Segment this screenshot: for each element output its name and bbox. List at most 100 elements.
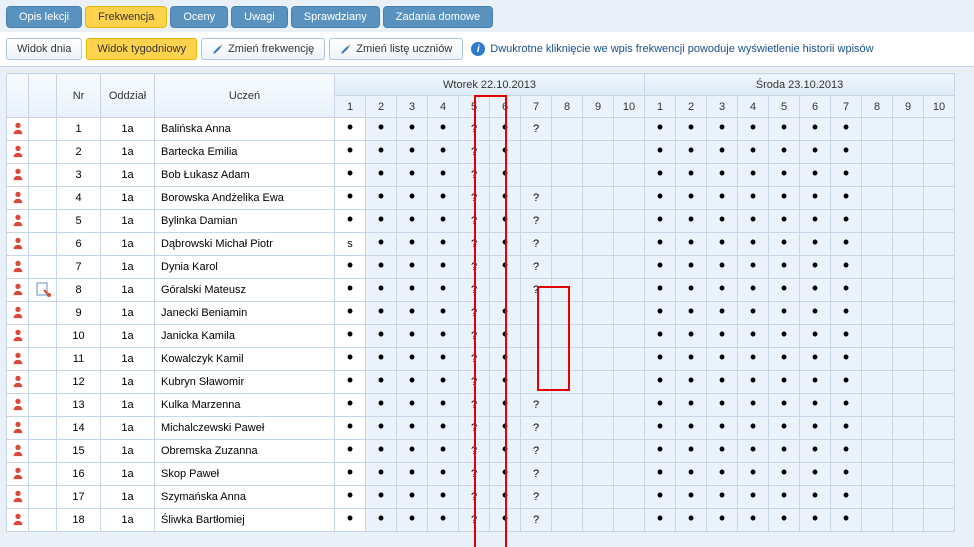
attendance-cell[interactable]: •	[335, 348, 366, 371]
attendance-cell[interactable]	[862, 187, 893, 210]
attendance-cell[interactable]	[862, 371, 893, 394]
header-nr[interactable]: Nr	[57, 74, 101, 118]
attendance-cell[interactable]	[862, 118, 893, 141]
attendance-cell[interactable]	[583, 486, 614, 509]
attendance-cell[interactable]: •	[707, 279, 738, 302]
tab-frekwencja[interactable]: Frekwencja	[85, 6, 167, 28]
attendance-cell[interactable]: •	[645, 187, 676, 210]
attendance-cell[interactable]: •	[397, 440, 428, 463]
attendance-cell[interactable]: •	[800, 256, 831, 279]
attendance-cell[interactable]	[552, 417, 583, 440]
attendance-cell[interactable]	[924, 394, 955, 417]
table-row[interactable]: 81aGóralski Mateusz••••??•••••••	[7, 279, 955, 302]
attendance-cell[interactable]: •	[769, 187, 800, 210]
attendance-cell[interactable]: •	[428, 302, 459, 325]
attendance-cell[interactable]	[924, 302, 955, 325]
attendance-cell[interactable]: •	[645, 279, 676, 302]
attendance-cell[interactable]	[862, 325, 893, 348]
attendance-cell[interactable]	[521, 325, 552, 348]
attendance-cell[interactable]: ?	[521, 463, 552, 486]
attendance-cell[interactable]	[893, 440, 924, 463]
table-row[interactable]: 51aBylinka Damian••••?•?•••••••	[7, 210, 955, 233]
table-row[interactable]: 181aŚliwka Bartłomiej••••?•?•••••••	[7, 509, 955, 532]
attendance-cell[interactable]: •	[831, 486, 862, 509]
attendance-cell[interactable]: •	[769, 417, 800, 440]
attendance-cell[interactable]: •	[800, 141, 831, 164]
attendance-cell[interactable]	[521, 348, 552, 371]
attendance-cell[interactable]: •	[831, 141, 862, 164]
attendance-cell[interactable]: •	[428, 279, 459, 302]
table-row[interactable]: 91aJanecki Beniamin••••?••••••••	[7, 302, 955, 325]
attendance-cell[interactable]	[552, 440, 583, 463]
attendance-cell[interactable]	[614, 486, 645, 509]
attendance-cell[interactable]	[893, 417, 924, 440]
attendance-cell[interactable]: •	[769, 164, 800, 187]
attendance-cell[interactable]	[893, 325, 924, 348]
attendance-cell[interactable]: •	[428, 325, 459, 348]
attendance-cell[interactable]	[862, 440, 893, 463]
attendance-cell[interactable]: •	[769, 210, 800, 233]
attendance-cell[interactable]: •	[769, 233, 800, 256]
attendance-cell[interactable]: •	[800, 302, 831, 325]
attendance-cell[interactable]	[583, 440, 614, 463]
attendance-cell[interactable]	[862, 256, 893, 279]
attendance-cell[interactable]: ?	[459, 440, 490, 463]
attendance-cell[interactable]	[924, 187, 955, 210]
attendance-cell[interactable]	[924, 141, 955, 164]
attendance-cell[interactable]: ?	[459, 371, 490, 394]
attendance-cell[interactable]	[552, 141, 583, 164]
attendance-cell[interactable]: •	[831, 371, 862, 394]
attendance-cell[interactable]: ?	[459, 141, 490, 164]
attendance-cell[interactable]	[614, 141, 645, 164]
attendance-cell[interactable]: •	[428, 233, 459, 256]
attendance-cell[interactable]: •	[645, 164, 676, 187]
header-lesson-1-2[interactable]: 2	[366, 96, 397, 118]
header-lesson-2-4[interactable]: 4	[738, 96, 769, 118]
attendance-cell[interactable]: •	[366, 118, 397, 141]
attendance-cell[interactable]	[893, 371, 924, 394]
header-lesson-2-1[interactable]: 1	[645, 96, 676, 118]
attendance-cell[interactable]: •	[397, 118, 428, 141]
attendance-cell[interactable]	[614, 440, 645, 463]
attendance-cell[interactable]	[862, 509, 893, 532]
attendance-cell[interactable]	[862, 302, 893, 325]
table-row[interactable]: 21aBartecka Emilia••••?••••••••	[7, 141, 955, 164]
attendance-cell[interactable]	[893, 233, 924, 256]
attendance-cell[interactable]	[924, 417, 955, 440]
attendance-cell[interactable]: •	[490, 348, 521, 371]
attendance-cell[interactable]	[893, 463, 924, 486]
attendance-cell[interactable]	[862, 210, 893, 233]
attendance-cell[interactable]: •	[645, 417, 676, 440]
attendance-cell[interactable]: •	[490, 187, 521, 210]
attendance-cell[interactable]	[862, 164, 893, 187]
change-student-list-button[interactable]: Zmień listę uczniów	[329, 38, 463, 60]
attendance-cell[interactable]	[924, 325, 955, 348]
attendance-cell[interactable]: •	[769, 486, 800, 509]
attendance-cell[interactable]: •	[428, 141, 459, 164]
table-row[interactable]: 61aDąbrowski Michał Piotrs•••?•?•••••••	[7, 233, 955, 256]
attendance-cell[interactable]	[893, 394, 924, 417]
attendance-cell[interactable]: •	[676, 486, 707, 509]
table-row[interactable]: 131aKulka Marzenna••••?•?•••••••	[7, 394, 955, 417]
attendance-cell[interactable]	[614, 509, 645, 532]
attendance-cell[interactable]: ?	[521, 509, 552, 532]
attendance-cell[interactable]: •	[645, 325, 676, 348]
attendance-cell[interactable]: •	[428, 348, 459, 371]
attendance-cell[interactable]: •	[645, 348, 676, 371]
table-row[interactable]: 111aKowalczyk Kamil••••?••••••••	[7, 348, 955, 371]
attendance-cell[interactable]: •	[707, 256, 738, 279]
attendance-cell[interactable]: •	[397, 279, 428, 302]
attendance-cell[interactable]: •	[397, 233, 428, 256]
attendance-cell[interactable]: •	[800, 210, 831, 233]
header-lesson-1-10[interactable]: 10	[614, 96, 645, 118]
attendance-cell[interactable]: •	[738, 486, 769, 509]
attendance-cell[interactable]: •	[769, 325, 800, 348]
attendance-cell[interactable]	[583, 371, 614, 394]
attendance-cell[interactable]: ?	[459, 463, 490, 486]
attendance-cell[interactable]	[583, 463, 614, 486]
attendance-cell[interactable]	[614, 210, 645, 233]
attendance-cell[interactable]: •	[335, 417, 366, 440]
attendance-cell[interactable]: •	[397, 417, 428, 440]
attendance-cell[interactable]: ?	[521, 233, 552, 256]
attendance-cell[interactable]	[893, 164, 924, 187]
